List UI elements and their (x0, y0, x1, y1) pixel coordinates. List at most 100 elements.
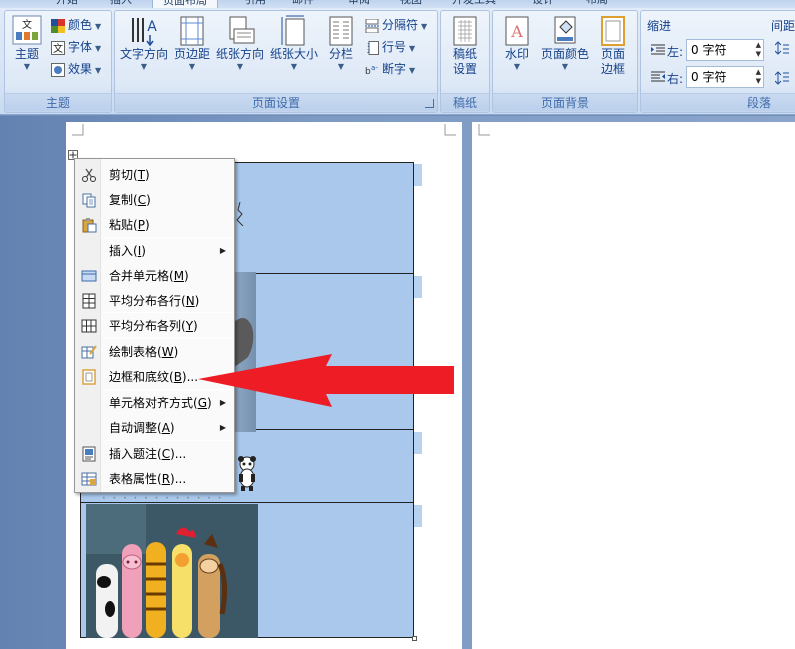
chevron-down-icon: ▼ (337, 62, 345, 71)
theme-colors-button[interactable]: 颜色 ▼ (51, 15, 101, 35)
tab-developer[interactable]: 开发工具 (452, 0, 496, 8)
menu-item-insert-caption[interactable]: 插入题注(C)... (76, 442, 234, 466)
menu-item-accelerator: P (137, 218, 145, 232)
text-direction-icon: A (132, 18, 157, 47)
menu-item-cut[interactable]: 剪切(T) (76, 163, 234, 187)
menu-item-accelerator: I (137, 244, 142, 258)
svg-text:A: A (510, 22, 523, 41)
tab-view[interactable]: 视图 (400, 0, 422, 8)
chevron-down-icon: ▼ (409, 66, 416, 75)
orientation-icon (229, 16, 255, 44)
effects-icon (51, 62, 65, 77)
table-properties-icon (81, 472, 97, 486)
breaks-icon (365, 18, 379, 33)
menu-item-distribute-rows[interactable]: 平均分布各行(N) (76, 289, 234, 313)
breaks-button[interactable]: 分隔符 ▼ (365, 15, 427, 35)
chevron-down-icon: ▼ (561, 62, 569, 71)
indent-right-label: 右: (667, 72, 684, 86)
tab-references[interactable]: 引用 (244, 0, 266, 8)
indent-left-input[interactable]: 0 字符 ▲ ▼ (686, 39, 764, 61)
menu-item-label: 复制(C) (109, 193, 151, 207)
page-borders-button[interactable]: 页面 边框 (593, 15, 633, 77)
submenu-arrow-icon: ▶ (219, 246, 226, 255)
tab-insert[interactable]: 插入 (110, 0, 132, 8)
spinner-arrows-icon[interactable]: ▲ ▼ (756, 41, 761, 59)
menu-item-label: 粘贴(P) (109, 218, 150, 232)
menu-item-distribute-columns[interactable]: 平均分布各列(Y) (76, 314, 234, 338)
manuscript-settings-button[interactable]: 稿纸 设置 (445, 15, 485, 77)
columns-label: 分栏 (328, 47, 353, 61)
indent-right-input[interactable]: 0 字符 ▲ ▼ (686, 66, 764, 88)
manuscript-grid-icon (453, 16, 477, 46)
themes-button[interactable]: 文 主题 ▼ (8, 15, 46, 71)
page-color-button[interactable]: 页面颜色 ▼ (539, 15, 591, 71)
svg-text:2: 2 (367, 49, 370, 55)
draw-table-icon (81, 345, 97, 359)
hyphenation-button[interactable]: b a- 断字 ▼ (365, 59, 415, 79)
theme-effects-button[interactable]: 效果 ▼ (51, 59, 101, 79)
page-setup-dialog-launcher[interactable] (425, 99, 434, 108)
menu-item-accelerator: N (185, 294, 195, 308)
ribbon: 开始 插入 页面布局 引用 邮件 审阅 视图 开发工具 设计 布局 文 主题 ▼ (0, 0, 795, 115)
indent-right-icon (651, 71, 665, 82)
menu-separator (105, 440, 232, 441)
popsicle-animals-photo[interactable] (86, 504, 258, 638)
menu-item-accelerator: W (161, 345, 174, 359)
svg-text:a-: a- (371, 64, 378, 72)
tab-design[interactable]: 设计 (532, 0, 554, 8)
text-direction-button[interactable]: A 文字方向 ▼ (117, 15, 171, 71)
orientation-button[interactable]: 纸张方向 ▼ (213, 15, 267, 71)
menu-item-label: 插入题注(C)... (109, 447, 187, 461)
menu-item-table-properties[interactable]: 表格属性(R)... (76, 467, 234, 491)
page-color-label: 页面颜色 (540, 47, 589, 61)
menu-separator (105, 237, 232, 238)
table-context-menu: 剪切(T) 复制(C) 粘贴(P) 插入(I) ▶ 合并单元格(M) 平均分布各行(N) 平均… (74, 158, 235, 493)
menu-item-label: 合并单元格(M) (109, 269, 189, 283)
menu-item-insert[interactable]: 插入(I) ▶ (76, 239, 234, 263)
orientation-label: 纸张方向 (215, 47, 264, 61)
color-palette-icon (51, 18, 65, 33)
chevron-down-icon: ▼ (513, 62, 521, 71)
page-size-button[interactable]: 纸张大小 ▼ (267, 15, 321, 71)
page-setup-group-label: 页面设置 (115, 93, 437, 111)
theme-fonts-button[interactable]: 文 字体 ▼ (51, 37, 101, 57)
watermark-button[interactable]: A 水印 ▼ (497, 15, 537, 71)
menu-item-autofit[interactable]: 自动调整(A) ▶ (76, 416, 234, 440)
table-resize-handle[interactable] (412, 636, 417, 641)
ribbon-tab-strip: 开始 插入 页面布局 引用 邮件 审阅 视图 开发工具 设计 布局 (0, 0, 795, 8)
page-corner-marker (478, 124, 490, 136)
hyphenation-label: 断字 (382, 62, 407, 76)
menu-item-label: 剪切(T) (109, 168, 150, 182)
watermark-icon: A (505, 16, 529, 46)
themes-icon: 文 (12, 15, 42, 45)
manuscript-group-label: 稿纸 (441, 93, 489, 111)
tab-layout[interactable]: 布局 (586, 0, 608, 8)
theme-fonts-label: 字体 (68, 40, 93, 54)
menu-item-paste[interactable]: 粘贴(P) (76, 213, 234, 237)
indent-title: 缩进 (647, 19, 672, 33)
tab-review[interactable]: 审阅 (348, 0, 370, 8)
margins-button[interactable]: 页边距 ▼ (171, 15, 213, 71)
menu-item-merge-cells[interactable]: 合并单元格(M) (76, 264, 234, 288)
menu-separator (105, 338, 232, 339)
columns-button[interactable]: 分栏 ▼ (323, 15, 359, 71)
chevron-down-icon: ▼ (236, 62, 244, 71)
svg-text:文: 文 (53, 42, 63, 55)
paragraph-group: 缩进 间距 左: 0 字符 ▲ ▼ 右: 0 字符 ▲ ▼ 段落 (640, 10, 795, 113)
menu-item-copy[interactable]: 复制(C) (76, 188, 234, 212)
manuscript-settings-label-1: 稿纸 (452, 47, 477, 61)
page-background-group: A 水印 ▼ 页面颜色 ▼ 页面 边框 页面背景 (492, 10, 638, 113)
distribute-rows-icon (82, 293, 96, 309)
page-corner-marker (444, 124, 456, 136)
tab-home[interactable]: 开始 (56, 0, 78, 8)
tab-mailings[interactable]: 邮件 (292, 0, 314, 8)
chevron-down-icon: ▼ (421, 22, 428, 31)
menu-item-label: 绘制表格(W) (109, 345, 179, 359)
spinner-arrows-icon[interactable]: ▲ ▼ (756, 68, 761, 86)
chevron-down-icon: ▼ (290, 62, 298, 71)
paste-icon (82, 218, 97, 233)
page-borders-label-2: 边框 (600, 62, 625, 76)
line-numbers-button[interactable]: 1 2 行号 ▼ (365, 37, 415, 57)
chevron-down-icon: ▼ (140, 62, 148, 71)
tab-page-layout[interactable]: 页面布局 (152, 0, 218, 8)
